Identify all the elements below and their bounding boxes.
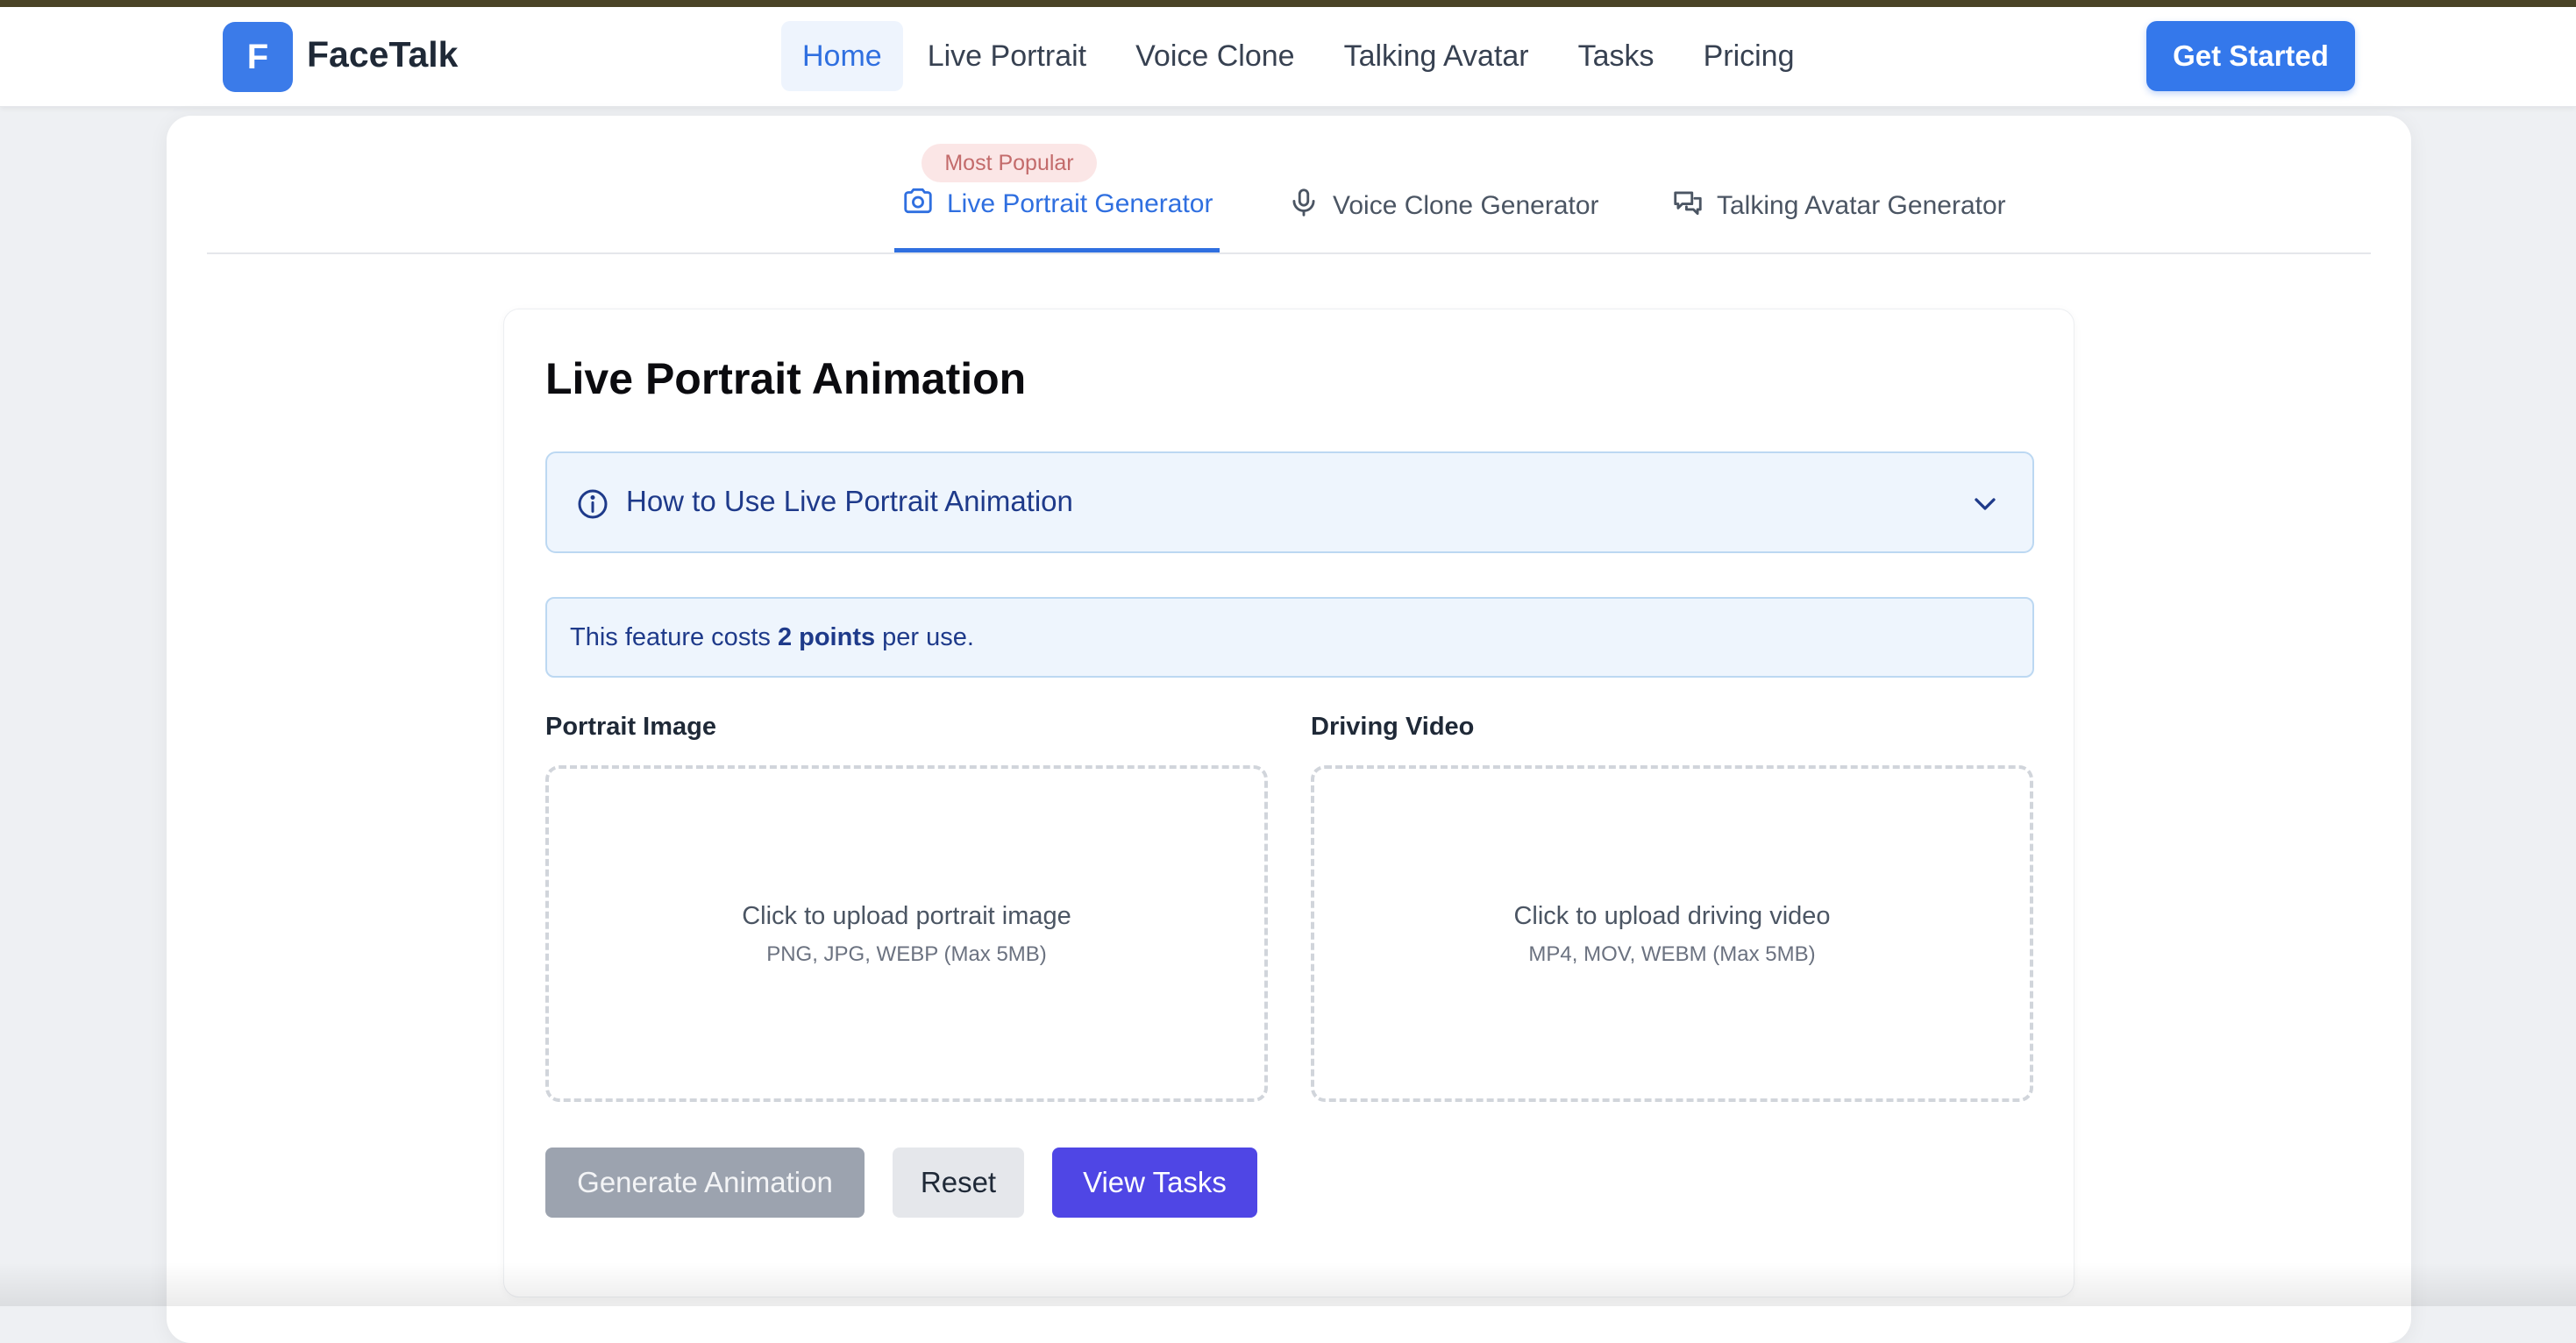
how-to-label: How to Use Live Portrait Animation xyxy=(626,485,1073,517)
microphone-icon xyxy=(1287,186,1320,226)
camera-icon xyxy=(901,184,935,224)
tab-label: Talking Avatar Generator xyxy=(1717,191,2006,220)
nav-talking-avatar[interactable]: Talking Avatar xyxy=(1320,21,1554,91)
window-top-border xyxy=(0,0,2576,7)
get-started-button[interactable]: Get Started xyxy=(2146,21,2355,91)
nav-pricing[interactable]: Pricing xyxy=(1679,21,1819,91)
tab-voice-clone-generator[interactable]: Voice Clone Generator xyxy=(1287,160,1599,252)
generate-animation-button[interactable]: Generate Animation xyxy=(545,1148,865,1218)
cost-suffix: per use. xyxy=(875,623,974,651)
view-tasks-button[interactable]: View Tasks xyxy=(1052,1148,1257,1218)
tab-live-portrait-generator[interactable]: Live Portrait Generator xyxy=(894,160,1220,252)
live-portrait-panel: Live Portrait Animation How to Use Live … xyxy=(503,309,2074,1297)
driving-video-label: Driving Video xyxy=(1311,713,1475,741)
chat-bubbles-icon xyxy=(1671,186,1704,226)
main-card: Most Popular Live Portrait Generator Voi… xyxy=(167,116,2411,1343)
page-title: Live Portrait Animation xyxy=(545,354,1027,403)
cost-notice: This feature costs 2 points per use. xyxy=(545,597,2034,678)
info-icon xyxy=(575,487,610,522)
portrait-upload-text: Click to upload portrait image xyxy=(742,902,1071,930)
how-to-accordion[interactable]: How to Use Live Portrait Animation xyxy=(545,451,2034,553)
video-upload-formats: MP4, MOV, WEBM (Max 5MB) xyxy=(1528,942,1816,966)
nav-live-portrait[interactable]: Live Portrait xyxy=(903,21,1111,91)
video-upload-dropzone[interactable]: Click to upload driving video MP4, MOV, … xyxy=(1311,765,2033,1102)
tab-label: Voice Clone Generator xyxy=(1333,191,1599,220)
portrait-upload-dropzone[interactable]: Click to upload portrait image PNG, JPG,… xyxy=(545,765,1268,1102)
portrait-image-label: Portrait Image xyxy=(545,713,716,741)
main-nav: Home Live Portrait Voice Clone Talking A… xyxy=(781,21,1819,91)
reset-button[interactable]: Reset xyxy=(893,1148,1024,1218)
brand-name[interactable]: FaceTalk xyxy=(307,33,458,76)
video-upload-text: Click to upload driving video xyxy=(1513,902,1831,930)
nav-home[interactable]: Home xyxy=(781,21,903,91)
cost-prefix: This feature costs xyxy=(570,623,778,651)
generator-tabs: Most Popular Live Portrait Generator Voi… xyxy=(207,116,2371,254)
logo-icon[interactable]: F xyxy=(223,22,293,92)
chevron-down-icon[interactable] xyxy=(1968,487,2003,522)
tab-talking-avatar-generator[interactable]: Talking Avatar Generator xyxy=(1671,160,2006,252)
top-navbar: F FaceTalk Home Live Portrait Voice Clon… xyxy=(0,7,2576,107)
nav-tasks[interactable]: Tasks xyxy=(1554,21,1679,91)
portrait-upload-formats: PNG, JPG, WEBP (Max 5MB) xyxy=(766,942,1047,966)
cost-points: 2 points xyxy=(777,623,876,651)
tab-label: Live Portrait Generator xyxy=(947,188,1213,218)
nav-voice-clone[interactable]: Voice Clone xyxy=(1111,21,1319,91)
